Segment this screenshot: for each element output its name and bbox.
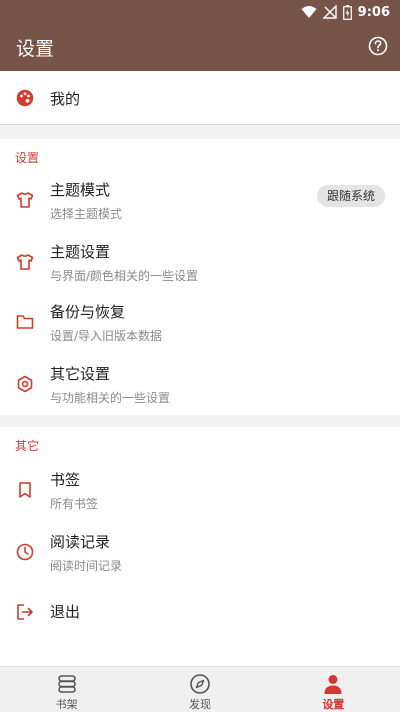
page-title: 设置 (16, 38, 55, 60)
palette-icon (16, 89, 34, 107)
app-bar: 设置 (0, 24, 400, 71)
nav-discover-label: 发现 (188, 698, 211, 711)
bookmarks-title: 书签 (50, 471, 81, 489)
theme-mode-value-chip[interactable]: 跟随系统 (316, 185, 385, 207)
clock-icon (16, 543, 34, 561)
wifi-icon (301, 6, 317, 18)
bookmark-icon (19, 482, 31, 498)
other-settings-subtitle: 与功能相关的一些设置 (50, 391, 171, 405)
reading-history-subtitle: 阅读时间记录 (50, 559, 123, 573)
theme-settings-subtitle: 与界面/颜色相关的一些设置 (50, 269, 199, 283)
reading-history-title: 阅读记录 (50, 533, 111, 551)
help-icon[interactable] (368, 36, 388, 56)
theme-settings-row[interactable]: 主题设置 与界面/颜色相关的一些设置 (0, 237, 400, 295)
nav-bookshelf[interactable]: 书架 (0, 667, 133, 712)
person-icon (324, 675, 342, 694)
nav-settings-label: 设置 (322, 698, 345, 711)
exit-row[interactable]: 退出 (0, 591, 400, 635)
other-settings-title: 其它设置 (50, 365, 111, 383)
theme-mode-row[interactable]: 主题模式 选择主题模式 跟随系统 (0, 175, 400, 233)
bookmarks-subtitle: 所有书签 (50, 497, 99, 511)
status-icons: 9:06 (301, 3, 390, 21)
me-row[interactable]: 我的 (0, 71, 400, 125)
status-time: 9:06 (357, 4, 390, 20)
hexagon-icon (17, 375, 33, 393)
battery-icon (342, 4, 352, 20)
me-label: 我的 (50, 90, 81, 108)
theme-settings-title: 主题设置 (50, 243, 111, 261)
section-header-others: 其它 (15, 439, 40, 453)
status-bar: 9:06 (0, 0, 400, 24)
reading-history-row[interactable]: 阅读记录 阅读时间记录 (0, 527, 400, 585)
backup-restore-row[interactable]: 备份与恢复 设置/导入旧版本数据 (0, 297, 400, 355)
nav-bookshelf-label: 书架 (55, 698, 78, 711)
settings-card: 设置 主题模式 选择主题模式 跟随系统 主题设置 与界面/颜色相关的一些设置 备… (0, 139, 400, 415)
bottom-nav: 书架 发现 设置 (0, 666, 400, 712)
tshirt-icon (16, 254, 34, 270)
theme-mode-title: 主题模式 (50, 181, 111, 199)
theme-mode-subtitle: 选择主题模式 (50, 207, 123, 221)
backup-restore-title: 备份与恢复 (50, 303, 126, 321)
compass-icon (190, 674, 210, 694)
backup-restore-subtitle: 设置/导入旧版本数据 (50, 329, 163, 343)
me-card: 我的 (0, 71, 400, 125)
section-header-settings: 设置 (15, 151, 40, 165)
nav-discover[interactable]: 发现 (133, 667, 266, 712)
tshirt-icon (16, 192, 34, 208)
folder-icon (16, 315, 34, 329)
settings-content: 我的 设置 主题模式 选择主题模式 跟随系统 主题设置 与界面/颜色相关的一些设… (0, 71, 400, 666)
bookmarks-row[interactable]: 书签 所有书签 (0, 465, 400, 523)
others-card: 其它 书签 所有书签 阅读记录 阅读时间记录 退出 (0, 427, 400, 666)
bookshelf-icon (57, 675, 76, 693)
nav-settings[interactable]: 设置 (267, 667, 400, 712)
exit-icon (17, 604, 33, 620)
other-settings-row[interactable]: 其它设置 与功能相关的一些设置 (0, 359, 400, 417)
exit-title: 退出 (50, 603, 81, 621)
no-signal-icon (322, 5, 337, 19)
